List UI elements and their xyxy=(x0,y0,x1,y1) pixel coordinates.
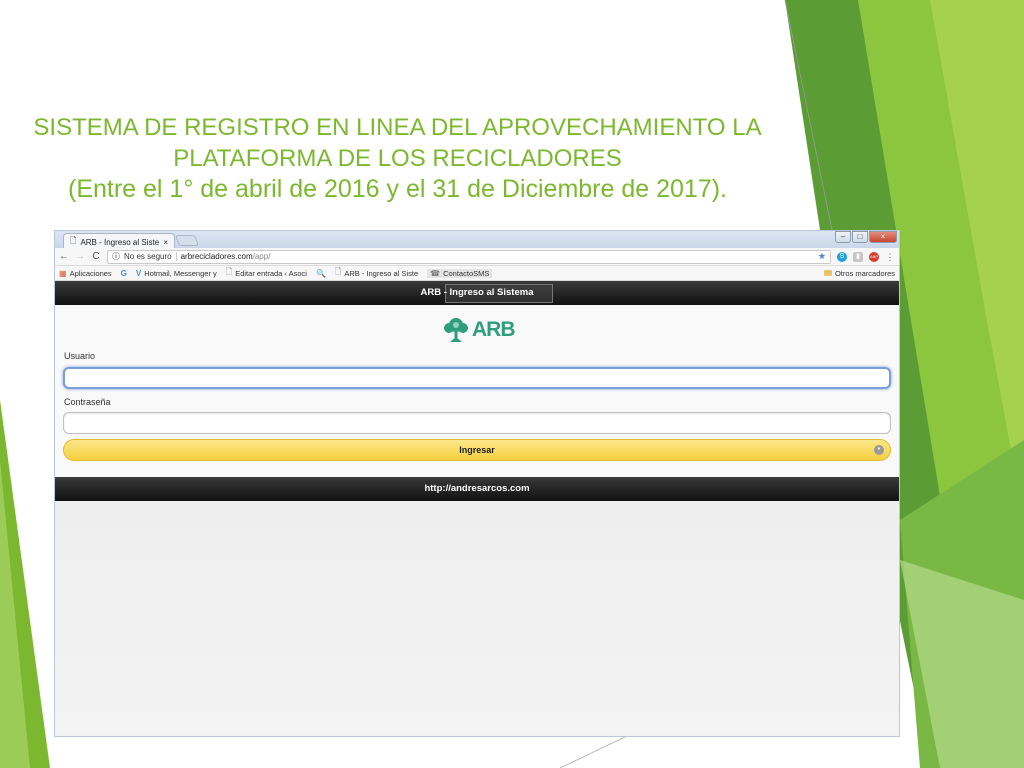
maximize-button[interactable]: □ xyxy=(852,231,868,243)
tab-strip: 🗋 ARB - Ingreso al Sistema × – □ × xyxy=(55,231,899,248)
new-tab-button[interactable] xyxy=(174,235,200,246)
close-window-button[interactable]: × xyxy=(869,231,897,243)
tree-logo-icon xyxy=(444,318,468,342)
app-header: ARB - Ingreso al Sistema xyxy=(55,281,899,305)
folder-icon xyxy=(823,270,832,276)
slide-title: SISTEMA DE REGISTRO EN LINEA DEL APROVEC… xyxy=(20,112,775,205)
info-icon[interactable]: ⓘ xyxy=(112,251,120,262)
window-controls: – □ × xyxy=(835,231,897,243)
browser-window: 🗋 ARB - Ingreso al Sistema × – □ × ← → C… xyxy=(54,230,900,737)
title-line-1: SISTEMA DE REGISTRO EN LINEA DEL APROVEC… xyxy=(33,114,762,141)
page-background xyxy=(55,501,899,733)
bookmark-star-icon[interactable]: ★ xyxy=(818,251,826,262)
logo-text: ARB xyxy=(472,318,515,341)
password-input[interactable] xyxy=(63,412,891,434)
title-line-2: PLATAFORMA DE LOS RECICLADORES xyxy=(173,145,622,172)
presentation-slide: SISTEMA DE REGISTRO EN LINEA DEL APROVEC… xyxy=(0,0,1024,768)
close-tab-icon[interactable]: × xyxy=(163,238,168,247)
password-label: Contraseña xyxy=(64,397,111,407)
bookmark-contactosms[interactable]: ☎ ContactoSMS xyxy=(427,268,493,278)
footer-link[interactable]: http://andresarcos.com xyxy=(424,483,529,494)
page-icon: 🗋 xyxy=(225,267,233,276)
usuario-input[interactable] xyxy=(63,367,891,389)
other-bookmarks[interactable]: Otros marcadores xyxy=(823,269,895,278)
page-icon: 🗋 xyxy=(334,267,342,276)
extension-icon[interactable]: ▮ xyxy=(853,251,863,262)
login-form: ARB Usuario Contraseña Ingresar • xyxy=(55,305,899,477)
bookmark-arb-ingreso[interactable]: 🗋 ARB - Ingreso al Siste xyxy=(335,266,418,280)
app-footer: http://andresarcos.com xyxy=(55,477,899,501)
security-indicator[interactable]: No es seguro xyxy=(124,252,177,261)
hotmail-icon: V xyxy=(135,268,142,278)
phone-icon: ☎ xyxy=(430,268,441,278)
browser-menu-icon[interactable]: ⋮ xyxy=(885,252,895,262)
bookmark-hotmail[interactable]: V Hotmail, Messenger y xyxy=(136,269,217,278)
google-icon: G xyxy=(120,268,127,278)
usuario-label: Usuario xyxy=(64,351,96,361)
ingresar-label: Ingresar xyxy=(459,445,495,455)
tab-title: ARB - Ingreso al Sistema xyxy=(80,237,160,247)
url-path: /app/ xyxy=(252,252,271,261)
tab-arb-ingreso[interactable]: 🗋 ARB - Ingreso al Sistema × xyxy=(63,233,175,248)
skype-extension-icon[interactable]: S xyxy=(837,251,847,262)
adblock-extension-icon[interactable]: ABP xyxy=(869,251,879,262)
ingresar-button[interactable]: Ingresar • xyxy=(63,439,891,461)
url-text[interactable]: arbrecicladores.com/app/ xyxy=(181,252,814,261)
browser-toolbar: ← → C ⓘ No es seguro arbrecicladores.com… xyxy=(55,248,899,266)
forward-button[interactable]: → xyxy=(75,251,85,262)
reload-button[interactable]: C xyxy=(91,251,101,262)
page-title: ARB - Ingreso al Sistema xyxy=(420,287,534,298)
search-icon: 🔍 xyxy=(315,268,326,278)
bookmark-editar-entrada[interactable]: 🗋 Editar entrada ‹ Asoci xyxy=(226,266,307,280)
address-bar[interactable]: ⓘ No es seguro arbrecicladores.com/app/ … xyxy=(107,249,831,264)
title-line-3: (Entre el 1° de abril de 2016 y el 31 de… xyxy=(68,175,727,203)
url-host: arbrecicladores.com xyxy=(180,252,253,261)
circle-icon: • xyxy=(874,445,884,455)
bookmarks-bar: ▦ Aplicaciones G V Hotmail, Messenger y 🗋 E… xyxy=(55,266,899,281)
bookmark-search[interactable]: 🔍 xyxy=(316,269,326,278)
page-icon: 🗋 xyxy=(70,236,77,245)
bookmark-google[interactable]: G xyxy=(121,269,127,278)
apps-icon: ▦ xyxy=(59,268,67,278)
arb-logo: ARB xyxy=(441,315,515,345)
minimize-button[interactable]: – xyxy=(835,231,851,243)
back-button[interactable]: ← xyxy=(59,251,69,262)
bookmark-aplicaciones[interactable]: ▦ Aplicaciones xyxy=(59,269,112,278)
